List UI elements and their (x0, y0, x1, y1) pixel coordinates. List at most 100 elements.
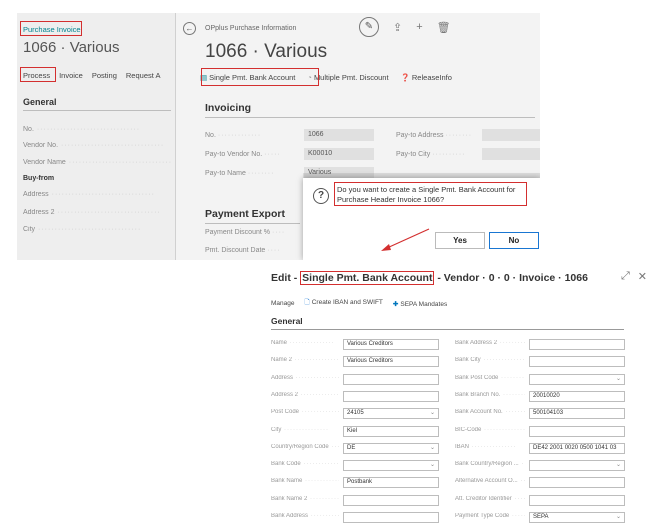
text-field[interactable] (529, 494, 625, 506)
chevron-down-icon[interactable]: ⌄ (616, 461, 621, 468)
field-label: Post Code ··············· (271, 409, 339, 416)
form-row: Bank Name 2 ··············· (271, 494, 439, 507)
label-pmt-discount-date: Pmt. Discount Date ···· (205, 247, 281, 254)
chevron-down-icon[interactable]: ⌄ (430, 409, 435, 416)
dropdown-field[interactable]: 24105 ⌄ (343, 408, 439, 420)
field-label: Bank Country/Region ... ··············· (455, 461, 525, 468)
label-pay-to-vendor-no: Pay-to Vendor No. ····· (205, 151, 281, 158)
text-field[interactable] (343, 373, 439, 385)
text-field[interactable] (343, 494, 439, 506)
form-row: Bank Code ··············· ⌄ (271, 460, 439, 472)
chevron-down-icon[interactable]: ⌄ (430, 444, 435, 451)
field-label: Address 2 ··············· (271, 391, 339, 398)
action-create-iban-swift[interactable]: 🗋 Create IBAN and SWIFT (305, 298, 383, 309)
chevron-down-icon[interactable]: ⌄ (616, 513, 621, 520)
field-pay-to-vendor-no[interactable]: K00010 (304, 148, 374, 160)
text-field[interactable]: Various Creditors (343, 356, 439, 368)
action-manage[interactable]: Manage (271, 300, 295, 307)
action-invoice[interactable]: Invoice (59, 71, 83, 80)
field-label: Payment Type Code ··············· (455, 513, 525, 519)
field-label: Address 2 ······························… (23, 209, 161, 216)
document-icon: 🗋 (304, 299, 310, 306)
text-field[interactable] (529, 339, 625, 350)
purchase-invoice-screenshot: Purchase Invoice 1066 · Various Process … (17, 13, 540, 260)
opplus-purchase-information-card: ← OPplus Purchase Information ✎ ⇪ + 🗑 10… (175, 13, 540, 260)
field-label: Att. Creditor Identifier ··············· (455, 495, 525, 502)
form-row: Bank Country/Region ... ··············· ⌄ (455, 460, 625, 472)
chevron-down-icon[interactable]: ⌄ (430, 461, 435, 468)
action-releaseinfo[interactable]: ❓ ReleaseInfo (401, 73, 452, 82)
field-no[interactable]: 1066 (304, 129, 374, 141)
form-row: BIC-Code ··············· (455, 425, 625, 438)
plus-icon: ✚ (392, 300, 399, 308)
form-row: Bank Address ··············· (271, 512, 439, 524)
no-button[interactable]: No (489, 232, 539, 249)
label-no: No. ············· (205, 132, 262, 139)
text-field[interactable] (343, 390, 439, 402)
section-invoicing[interactable]: Invoicing (205, 102, 535, 118)
field-label: Bank Name ··············· (271, 478, 339, 485)
field-label: Bank Address ··············· (271, 513, 339, 519)
dropdown-field[interactable]: ⌄ (529, 373, 625, 385)
page-title: 1066 · Various (23, 39, 120, 56)
field-label: Address ······························· (23, 191, 155, 198)
highlight-dialog-message (334, 182, 527, 206)
back-arrow-icon[interactable]: ← (183, 22, 196, 35)
edit-pencil-icon[interactable]: ✎ (359, 17, 379, 37)
field-label: City ······························· (23, 226, 142, 233)
form-row: Bank Name ··············· Postbank (271, 477, 439, 489)
label-pay-to-city: Pay-to City ·········· (396, 151, 466, 158)
field-label: Name 2 ··············· (271, 357, 339, 364)
form-row: Bank Address 2 ··············· (455, 339, 625, 351)
section-payment-export[interactable]: Payment Export (205, 208, 300, 224)
section-general[interactable]: General (23, 97, 171, 111)
field-label: Bank City ··············· (455, 357, 525, 364)
text-field[interactable]: 20010020 (529, 390, 625, 402)
section-general[interactable]: General (271, 316, 624, 330)
form-row: Alternative Account O... ··············· (455, 477, 625, 489)
field-pay-to-address[interactable] (482, 129, 540, 141)
highlight-single-pmt-bank-account (201, 68, 319, 86)
form-row: Post Code ··············· 24105⌄ (271, 408, 439, 420)
text-field[interactable] (529, 356, 625, 368)
toolbar: ✎ ⇪ + 🗑 (359, 17, 451, 37)
field-label: Bank Branch No. ··············· (455, 391, 525, 398)
dropdown-field[interactable]: DE ⌄ (343, 442, 439, 454)
text-field[interactable] (343, 512, 439, 523)
label-pay-to-address: Pay-to Address ········ (396, 132, 473, 139)
text-field[interactable] (529, 477, 625, 489)
text-field[interactable]: Various Creditors (343, 339, 439, 350)
dropdown-field[interactable]: ⌄ (529, 460, 625, 472)
expand-icon[interactable]: ⤢ (621, 270, 630, 283)
yes-button[interactable]: Yes (435, 232, 485, 249)
text-field[interactable] (529, 425, 625, 437)
text-field[interactable]: Kiel (343, 425, 439, 437)
action-posting[interactable]: Posting (92, 71, 117, 80)
action-multiple-pmt-discount[interactable]: ◔ Multiple Pmt. Discount (307, 73, 388, 82)
breadcrumb: OPplus Purchase Information (205, 25, 297, 32)
text-field[interactable]: Postbank (343, 477, 439, 489)
dropdown-field[interactable]: ⌄ (343, 460, 439, 472)
highlight-title: Single Pmt. Bank Account (300, 271, 435, 285)
question-icon: ? (313, 188, 329, 204)
close-icon[interactable]: ✕ (638, 270, 647, 283)
plus-icon[interactable]: + (416, 21, 422, 33)
form-row: IBAN ··············· DE42 2001 0020 0500 … (455, 442, 625, 455)
text-field[interactable]: 500104103 (529, 408, 625, 420)
highlight-breadcrumb (20, 21, 82, 36)
dropdown-field[interactable]: SEPA ⌄ (529, 512, 625, 523)
share-icon[interactable]: ⇪ (393, 21, 402, 34)
action-request-approval[interactable]: Request A (126, 71, 161, 80)
action-bar: Manage 🗋 Create IBAN and SWIFT ✚ SEPA Mand… (271, 298, 447, 309)
chevron-down-icon[interactable]: ⌄ (616, 375, 621, 382)
action-sepa-mandates[interactable]: ✚ SEPA Mandates (393, 300, 447, 308)
field-label: BIC-Code ··············· (455, 426, 525, 433)
field-label: City ··············· (271, 426, 329, 433)
delete-icon[interactable]: 🗑 (437, 21, 451, 34)
info-icon: ❓ (400, 73, 410, 82)
text-field[interactable]: DE42 2001 0020 0500 1041 03 (529, 442, 625, 454)
form-row: Payment Type Code ··············· SEPA⌄ (455, 512, 625, 524)
label-payment-discount: Payment Discount % ···· (205, 229, 286, 236)
field-pay-to-city[interactable] (482, 148, 540, 160)
field-label: Buy-from (23, 175, 55, 182)
